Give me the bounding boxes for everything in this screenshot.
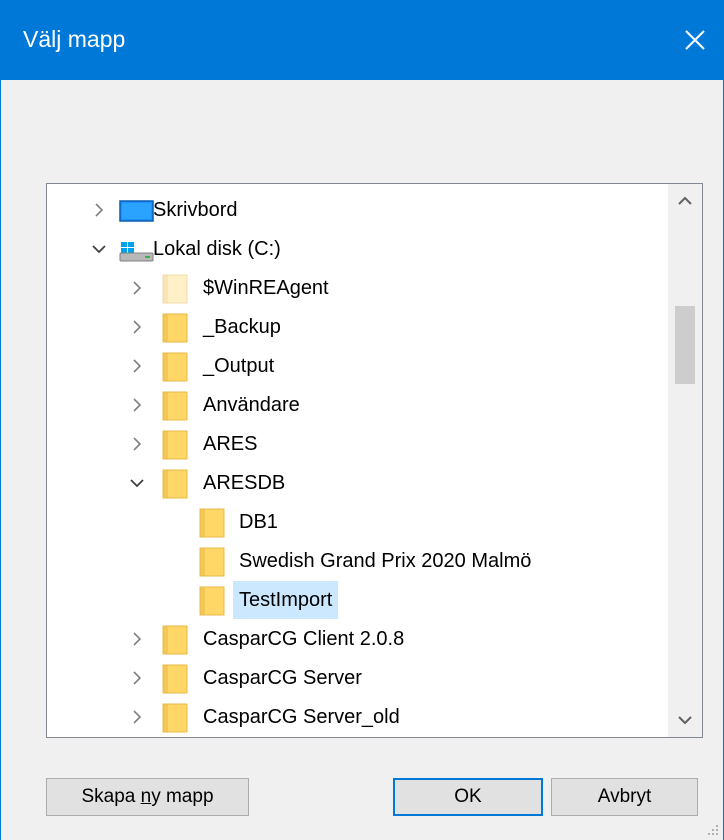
folder-icon — [199, 506, 225, 538]
tree-item-label: Användare — [203, 394, 300, 416]
folder-icon — [162, 623, 188, 655]
tree-item-label: ARES — [203, 433, 258, 455]
new-folder-label-accel: n — [140, 786, 152, 807]
folder-icon — [162, 662, 188, 694]
new-folder-button[interactable]: Skapa ny mapp — [46, 778, 249, 816]
cancel-button[interactable]: Avbryt — [551, 778, 698, 816]
tree-item[interactable]: $WinREAgent — [47, 269, 667, 307]
tree-item-label: TestImport — [233, 581, 339, 619]
tree-item-label: Swedish Grand Prix 2020 Malmö — [239, 550, 532, 572]
folder-icon — [162, 311, 188, 343]
chevron-right-icon[interactable] — [129, 709, 145, 725]
tree-item[interactable]: ARES — [47, 425, 667, 463]
folder-icon — [199, 584, 225, 616]
resize-grip-icon[interactable] — [707, 824, 719, 836]
new-folder-label-pre: Skapa — [81, 786, 141, 807]
scroll-down-button[interactable] — [668, 703, 702, 737]
tree-item[interactable]: TestImport — [47, 581, 667, 619]
tree-item[interactable]: _Output — [47, 347, 667, 385]
chevron-down-icon — [678, 716, 692, 725]
tree-item-label: Skrivbord — [153, 199, 238, 221]
dialog-title: Välj mapp — [23, 26, 126, 52]
folder-icon — [199, 545, 225, 577]
ok-label: OK — [454, 786, 482, 807]
chevron-right-icon[interactable] — [129, 280, 145, 296]
folder-icon — [162, 467, 188, 499]
vertical-scrollbar[interactable] — [668, 184, 702, 737]
chevron-right-icon[interactable] — [129, 397, 145, 413]
scroll-up-button[interactable] — [668, 184, 702, 218]
tree-item[interactable]: Användare — [47, 386, 667, 424]
chevron-right-icon[interactable] — [129, 631, 145, 647]
new-folder-label-post: y mapp — [151, 786, 214, 807]
tree-item-label: $WinREAgent — [203, 277, 329, 299]
folder-icon — [162, 350, 188, 382]
folder-icon — [162, 701, 188, 733]
tree-item-label: CasparCG Server — [203, 667, 362, 689]
title-bar[interactable]: Välj mapp — [1, 0, 724, 80]
chevron-right-icon[interactable] — [129, 670, 145, 686]
tree-item-label: CasparCG Client 2.0.8 — [203, 628, 405, 650]
chevron-right-icon[interactable] — [129, 358, 145, 374]
tree-item-label: Lokal disk (C:) — [153, 238, 281, 260]
scrollbar-thumb[interactable] — [675, 306, 695, 384]
tree-item[interactable]: DB1 — [47, 503, 667, 541]
chevron-right-icon[interactable] — [91, 202, 107, 218]
tree-item[interactable]: Skrivbord — [47, 191, 667, 229]
tree-item[interactable]: ARESDB — [47, 464, 667, 502]
tree-item-label: _Output — [203, 355, 275, 377]
folder-hidden-icon — [162, 272, 188, 304]
tree-item-label: CasparCG Server_old — [203, 706, 400, 728]
chevron-right-icon[interactable] — [129, 436, 145, 452]
tree-item-label: ARESDB — [203, 472, 286, 494]
folder-icon — [162, 428, 188, 460]
chevron-up-icon — [678, 196, 692, 205]
close-icon — [685, 30, 705, 50]
chevron-right-icon[interactable] — [129, 319, 145, 335]
close-button[interactable] — [665, 0, 724, 80]
tree-item[interactable]: CasparCG Client 2.0.8 — [47, 620, 667, 658]
folder-picker-dialog: Välj mapp CasparCG Server_old CasparCG Se… — [0, 0, 724, 840]
tree-item[interactable]: CasparCG Server_old — [47, 698, 667, 736]
cancel-label: Avbryt — [597, 786, 652, 807]
tree-item-label: _Backup — [203, 316, 281, 338]
tree-item[interactable]: CasparCG Server — [47, 659, 667, 697]
tree-item[interactable]: _Backup — [47, 308, 667, 346]
tree-item[interactable]: Lokal disk (C:) — [47, 230, 667, 268]
folder-icon — [162, 389, 188, 421]
tree-item-label: DB1 — [239, 511, 278, 533]
chevron-down-icon[interactable] — [129, 475, 145, 491]
folder-tree[interactable]: CasparCG Server_old CasparCG Server Caspar… — [46, 183, 703, 738]
chevron-down-icon[interactable] — [91, 241, 107, 257]
ok-button[interactable]: OK — [393, 778, 543, 816]
tree-item[interactable]: Swedish Grand Prix 2020 Malmö — [47, 542, 667, 580]
